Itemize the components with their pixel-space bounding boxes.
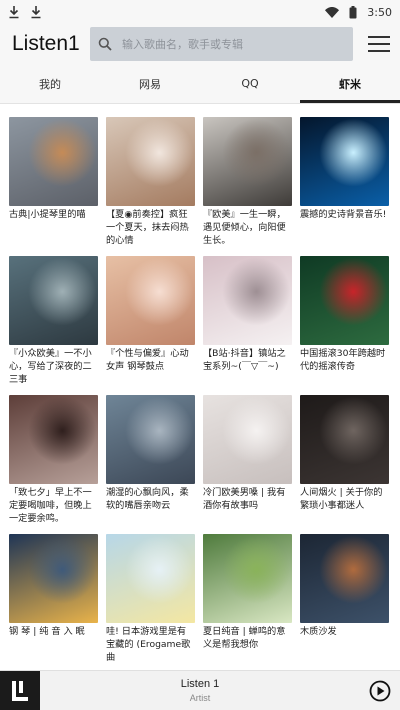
playlist-title: 【夏◉前奏控】疯狂一个夏天，抹去闷热的心情 xyxy=(106,209,189,246)
app-logo xyxy=(0,670,40,710)
playlist-cover[interactable] xyxy=(203,117,292,206)
playlist-card[interactable]: 震撼的史诗背景音乐! xyxy=(300,117,389,256)
download-icon xyxy=(9,6,19,19)
app-bar: Listen1 xyxy=(0,24,400,64)
now-playing-artist: Artist xyxy=(189,693,211,703)
playlist-cover[interactable] xyxy=(300,256,389,345)
tab-xiami[interactable]: 虾米 xyxy=(300,64,400,103)
tab-netease[interactable]: 网易 xyxy=(100,64,200,103)
playlist-card[interactable]: 古典|小提琴里的喵 xyxy=(9,117,98,256)
wifi-icon xyxy=(325,6,340,18)
playlist-card[interactable]: 冷门欧美男嗓 | 我有酒你有故事吗 xyxy=(203,395,292,534)
playlist-cover[interactable] xyxy=(106,256,195,345)
playlist-title: 『小众欧美』一不小心，写给了深夜的二三事 xyxy=(9,348,92,385)
playlist-title: 人间烟火 | 关于你的繁琐小事都迷人 xyxy=(300,487,383,511)
playlist-card[interactable]: 中国摇滚30年跨越时代的摇滚传奇 xyxy=(300,256,389,395)
playlist-title: 『欧美』一生一瞬，遇见便倾心，向阳便生长。 xyxy=(203,209,286,246)
battery-icon xyxy=(349,5,357,18)
playlist-card[interactable]: 夏日纯音 | 蝉鸣的意义是帮我想你 xyxy=(203,534,292,673)
playlist-card[interactable]: 『小众欧美』一不小心，写给了深夜的二三事 xyxy=(9,256,98,395)
playlist-card[interactable]: 钢 琴 | 纯 音 入 眠 xyxy=(9,534,98,673)
playlist-cover[interactable] xyxy=(106,117,195,206)
play-icon xyxy=(369,680,391,701)
playlist-card[interactable]: 『个性与偏爱』心动女声 钢琴鼓点 xyxy=(106,256,195,395)
playlist-card[interactable]: 木质沙发 xyxy=(300,534,389,673)
playlist-title: 『个性与偏爱』心动女声 钢琴鼓点 xyxy=(106,348,189,372)
playlist-grid: 古典|小提琴里的喵 【夏◉前奏控】疯狂一个夏天，抹去闷热的心情 『欧美』一生一瞬… xyxy=(9,117,393,673)
status-bar: 3:50 xyxy=(0,0,400,24)
playlist-title: 钢 琴 | 纯 音 入 眠 xyxy=(9,626,85,637)
now-playing-info[interactable]: Listen 1 Artist xyxy=(40,678,360,703)
playlist-card[interactable]: 【B站·抖音】镇站之宝系列~(￣▽￣~) xyxy=(203,256,292,395)
tab-mine[interactable]: 我的 xyxy=(0,64,100,103)
playlist-cover[interactable] xyxy=(203,395,292,484)
mini-player[interactable]: Listen 1 Artist xyxy=(0,670,400,710)
playlist-cover[interactable] xyxy=(9,256,98,345)
playlist-card[interactable]: 潮湿的心飘向风，柔软的嘴唇亲吻云 xyxy=(106,395,195,534)
app-title: Listen1 xyxy=(12,32,80,55)
playlist-cover[interactable] xyxy=(300,395,389,484)
menu-icon[interactable] xyxy=(368,36,390,52)
search-box[interactable] xyxy=(90,27,353,61)
playlist-cover[interactable] xyxy=(9,117,98,206)
playlist-title: 冷门欧美男嗓 | 我有酒你有故事吗 xyxy=(203,487,286,511)
playlist-card[interactable]: 人间烟火 | 关于你的繁琐小事都迷人 xyxy=(300,395,389,534)
playlist-title: 夏日纯音 | 蝉鸣的意义是帮我想你 xyxy=(203,626,286,650)
listen1-logo-icon xyxy=(12,680,28,701)
tab-qq[interactable]: QQ xyxy=(200,64,300,103)
search-icon xyxy=(98,37,112,51)
playlist-cover[interactable] xyxy=(203,534,292,623)
playlist-cover[interactable] xyxy=(106,534,195,623)
playlist-cover[interactable] xyxy=(9,534,98,623)
playlist-title: 木质沙发 xyxy=(300,626,337,637)
playlist-cover[interactable] xyxy=(300,117,389,206)
playlist-card[interactable]: 『欧美』一生一瞬，遇见便倾心，向阳便生长。 xyxy=(203,117,292,256)
playlist-title: 潮湿的心飘向风，柔软的嘴唇亲吻云 xyxy=(106,487,189,511)
playlist-title: 「致七夕」早上不一定要喝咖啡，但晚上一定要余鸣。 xyxy=(9,487,92,524)
status-time: 3:50 xyxy=(367,5,392,19)
playlist-title: 哇! 日本游戏里是有宝藏的 (Erogame歌曲 xyxy=(106,626,191,663)
playlist-cover[interactable] xyxy=(106,395,195,484)
playlist-title: 中国摇滚30年跨越时代的摇滚传奇 xyxy=(300,348,386,372)
playlist-cover[interactable] xyxy=(9,395,98,484)
now-playing-title: Listen 1 xyxy=(180,678,220,690)
tab-bar: 我的 网易 QQ 虾米 xyxy=(0,64,400,104)
playlist-card[interactable]: 【夏◉前奏控】疯狂一个夏天，抹去闷热的心情 xyxy=(106,117,195,256)
playlist-cover[interactable] xyxy=(300,534,389,623)
download-icon xyxy=(31,6,41,19)
search-input[interactable] xyxy=(122,37,342,51)
playlist-cover[interactable] xyxy=(203,256,292,345)
playlist-title: 震撼的史诗背景音乐! xyxy=(300,209,387,220)
playlist-card[interactable]: 「致七夕」早上不一定要喝咖啡，但晚上一定要余鸣。 xyxy=(9,395,98,534)
playlist-title: 【B站·抖音】镇站之宝系列~(￣▽￣~) xyxy=(203,348,286,372)
play-button[interactable] xyxy=(360,671,400,710)
playlist-card[interactable]: 哇! 日本游戏里是有宝藏的 (Erogame歌曲 xyxy=(106,534,195,673)
playlist-title: 古典|小提琴里的喵 xyxy=(9,209,86,220)
